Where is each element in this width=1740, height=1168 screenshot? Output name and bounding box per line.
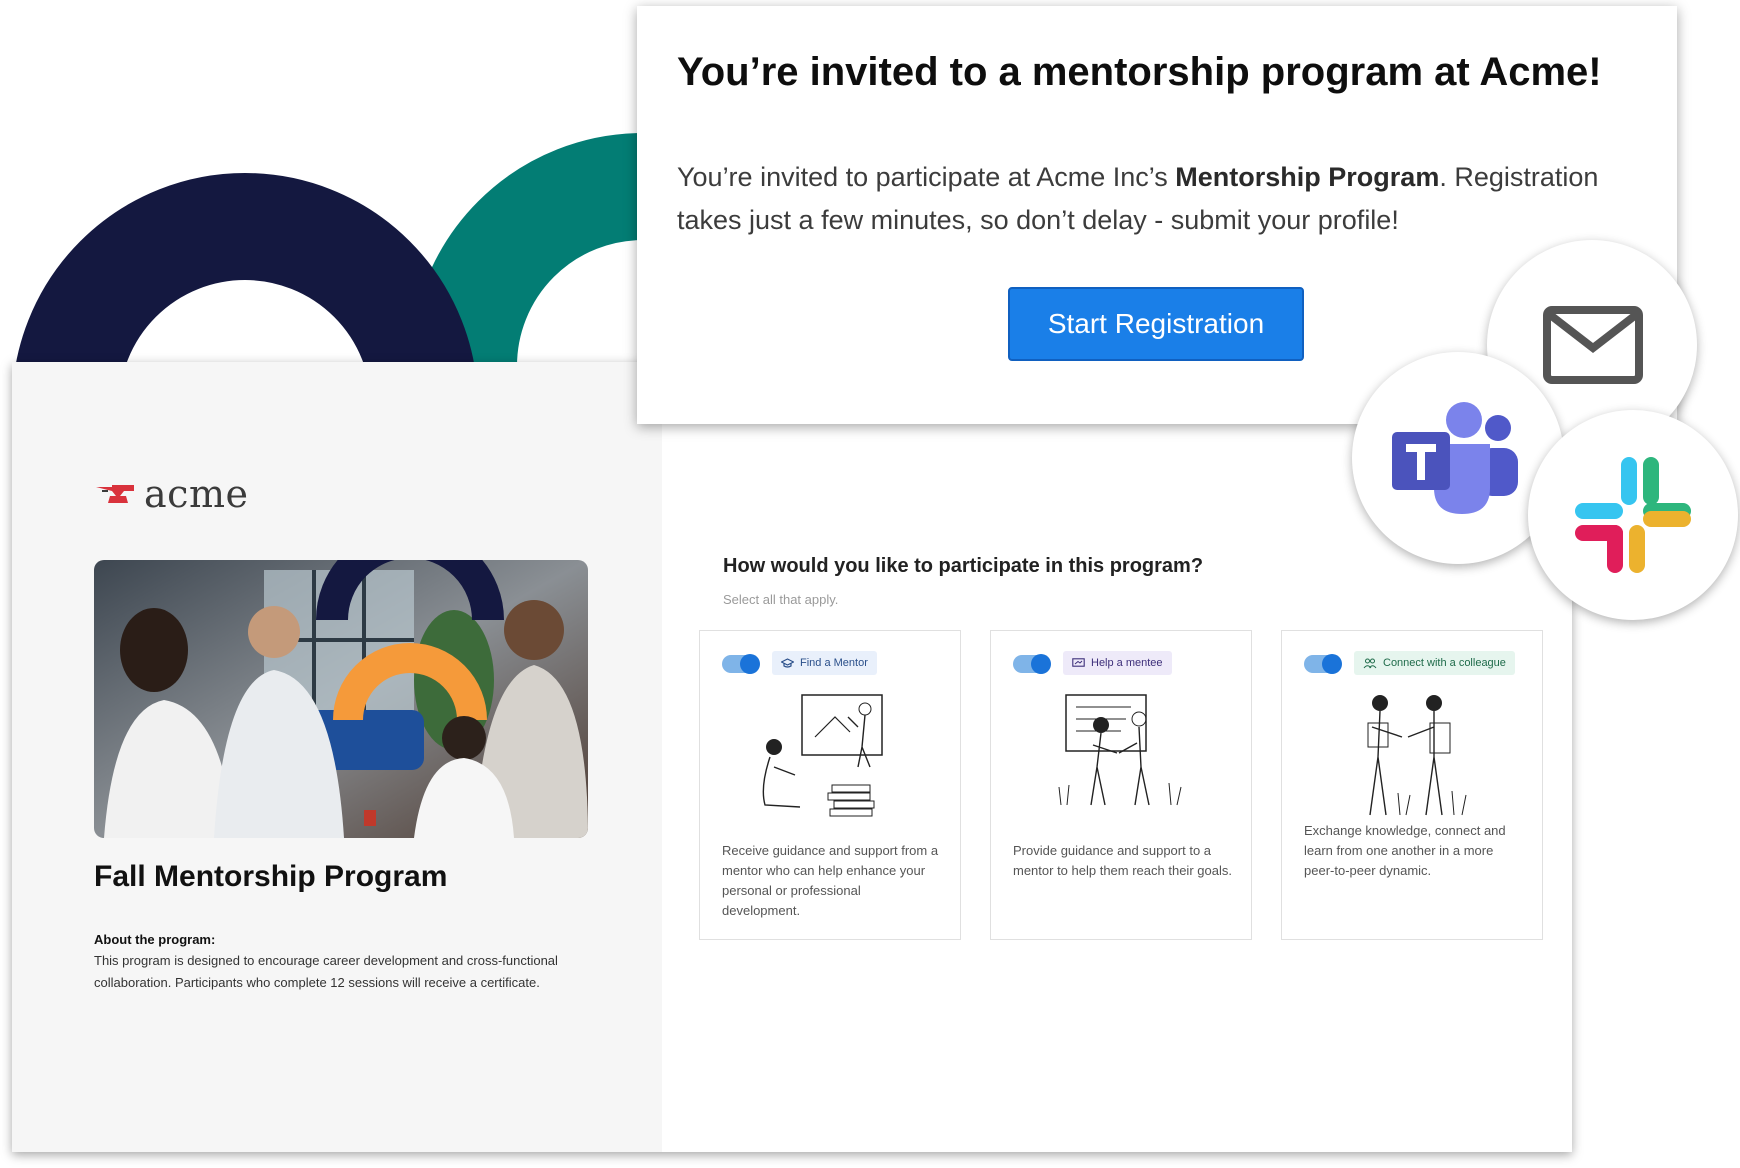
about-description: This program is designed to encourage ca… [94, 953, 558, 990]
connect-colleague-toggle[interactable] [1304, 654, 1342, 674]
option-card-connect-colleague[interactable]: Connect with a colleague Exchange knowle… [1281, 630, 1543, 940]
invitation-title: You’re invited to a mentorship program a… [677, 50, 1602, 94]
find-mentor-label: Find a Mentor [800, 657, 868, 669]
program-title: Fall Mentorship Program [94, 860, 448, 893]
start-registration-button[interactable]: Start Registration [1008, 287, 1304, 361]
about-heading: About the program: [94, 932, 216, 947]
participation-question: How would you like to participate in thi… [723, 555, 1204, 577]
microsoft-teams-icon [1392, 402, 1518, 514]
invitation-body-prefix: You’re invited to participate at Acme In… [677, 162, 1176, 192]
option-card-help-mentee[interactable]: Help a mentee Provide guidance and suppo… [990, 630, 1252, 940]
toggle-knob [1322, 654, 1342, 674]
find-mentor-toggle[interactable] [722, 654, 760, 674]
program-info-panel: acme Fall Mentorship Program About the p… [12, 362, 662, 1152]
help-mentee-description: Provide guidance and support to a mentor… [1013, 843, 1232, 878]
help-mentee-badge: Help a mentee [1063, 651, 1172, 675]
program-hero-image [94, 560, 588, 838]
mail-icon [1543, 306, 1643, 384]
find-mentor-badge: Find a Mentor [772, 651, 877, 675]
invitation-program-name: Mentorship Program [1175, 162, 1440, 192]
option-card-find-mentor[interactable]: Find a Mentor Receive guidance and suppo… [699, 630, 961, 940]
presentation-icon [1072, 657, 1085, 667]
slack-channel [1528, 410, 1738, 620]
toggle-knob [740, 654, 760, 674]
logo-wordmark: acme [144, 472, 249, 516]
connect-colleague-badge: Connect with a colleague [1354, 651, 1515, 675]
participation-hint: Select all that apply. [723, 592, 839, 607]
connect-colleague-description: Exchange knowledge, connect and learn fr… [1304, 823, 1506, 878]
help-mentee-label: Help a mentee [1091, 657, 1163, 669]
mentor-illustration [762, 694, 883, 817]
find-mentor-description: Receive guidance and support from a ment… [722, 843, 939, 918]
acme-logo: acme [96, 472, 248, 516]
connect-colleague-label: Connect with a colleague [1383, 657, 1506, 669]
toggle-knob [1031, 654, 1051, 674]
registration-page: acme Fall Mentorship Program About the p… [12, 362, 1572, 1152]
colleague-illustration [1367, 695, 1467, 816]
people-icon [1363, 658, 1377, 668]
mentee-illustration [1058, 694, 1182, 806]
invitation-body: You’re invited to participate at Acme In… [677, 156, 1657, 242]
help-mentee-toggle[interactable] [1013, 654, 1051, 674]
anvil-logo-icon [96, 485, 134, 503]
graduation-cap-icon [781, 657, 794, 668]
slack-icon [1575, 457, 1691, 573]
